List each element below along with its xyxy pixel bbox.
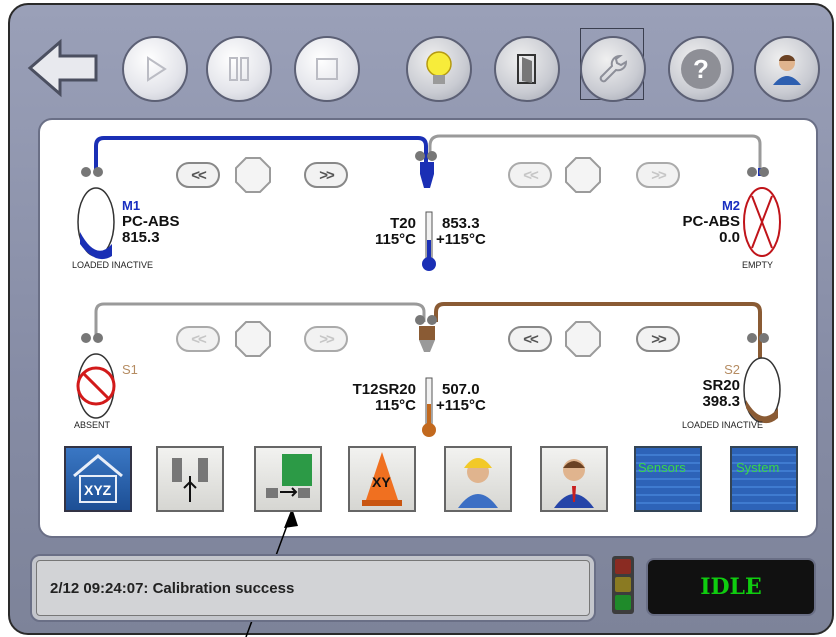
m2-state: EMPTY <box>742 260 774 270</box>
stop-button[interactable] <box>294 36 360 102</box>
m1-state: LOADED INACTIVE <box>72 260 154 270</box>
head-bottom-name: T12SR20 <box>352 381 416 398</box>
s1-state: ABSENT <box>74 420 111 430</box>
s1-name: S1 <box>122 362 138 377</box>
head-bottom-temp-target: +115°C <box>436 397 486 414</box>
m1-feed-button[interactable]: >> <box>304 162 348 188</box>
help-button[interactable]: ? <box>668 36 734 102</box>
s2-material: SR20 <box>702 377 740 394</box>
stop-icon <box>316 58 338 80</box>
user-button[interactable] <box>754 36 820 102</box>
m2-retract-button[interactable]: << <box>508 162 552 188</box>
m1-material: PC-ABS <box>122 213 180 230</box>
svg-text:?: ? <box>693 54 709 84</box>
m1-value: 815.3 <box>122 229 160 246</box>
light-button[interactable] <box>406 36 472 102</box>
m2-feed-button[interactable]: >> <box>636 162 680 188</box>
s2-name: S2 <box>724 362 740 377</box>
calibration-icon <box>266 454 312 498</box>
back-arrow-icon <box>27 38 98 98</box>
head-bottom-temp-current: 115°C <box>374 397 416 414</box>
s2-retract-button[interactable]: << <box>508 326 552 352</box>
technician-icon <box>458 458 498 508</box>
user-icon <box>773 54 801 85</box>
system-button[interactable]: System <box>730 446 798 512</box>
machine-state: IDLE <box>646 558 816 616</box>
head-top-name: T20 <box>390 215 416 232</box>
status-light-yellow <box>615 577 631 592</box>
head-alignment-button[interactable] <box>156 446 224 512</box>
head-top-temp-target: +115°C <box>436 231 486 248</box>
head-bottom-value: 507.0 <box>442 381 480 398</box>
system-label: System <box>736 460 780 475</box>
play-icon <box>147 56 167 82</box>
m1-name: M1 <box>122 198 141 213</box>
head-top-value: 853.3 <box>442 215 480 232</box>
operator-icon <box>554 459 594 508</box>
home-xyz-label: XYZ <box>84 482 112 498</box>
operator-button[interactable] <box>540 446 608 512</box>
m2-value: 0.0 <box>719 229 740 246</box>
pause-icon <box>229 57 249 81</box>
status-light-green <box>615 595 631 610</box>
house-icon <box>73 454 123 503</box>
m2-name: M2 <box>721 198 740 213</box>
home-xyz-button[interactable]: XYZ <box>64 446 132 512</box>
door-button[interactable] <box>494 36 560 102</box>
s2-feed-button[interactable]: >> <box>636 326 680 352</box>
head-alignment-icon <box>172 458 208 502</box>
m2-material: PC-ABS <box>682 213 740 230</box>
status-light <box>612 556 634 614</box>
xy-offset-button[interactable]: XY <box>348 446 416 512</box>
s2-state: LOADED INACTIVE <box>682 420 764 430</box>
s2-value: 398.3 <box>702 393 740 410</box>
status-light-red <box>615 559 631 574</box>
status-message: 2/12 09:24:07: Calibration success <box>50 580 295 597</box>
technician-button[interactable] <box>444 446 512 512</box>
play-button[interactable] <box>122 36 188 102</box>
sensors-label: Sensors <box>638 460 686 475</box>
back-button[interactable] <box>26 36 100 100</box>
sensors-button[interactable]: Sensors <box>634 446 702 512</box>
light-bulb-icon <box>426 51 452 84</box>
calibration-button[interactable] <box>254 446 322 512</box>
head-top-temp-current: 115°C <box>374 231 416 248</box>
pause-button[interactable] <box>206 36 272 102</box>
m1-retract-button[interactable]: << <box>176 162 220 188</box>
s1-retract-button[interactable]: << <box>176 326 220 352</box>
door-icon <box>517 54 536 84</box>
wrench-icon <box>599 55 627 83</box>
maintenance-button[interactable] <box>580 36 646 102</box>
help-icon: ? <box>681 49 721 89</box>
xy-offset-label: XY <box>372 474 391 490</box>
s1-feed-button[interactable]: >> <box>304 326 348 352</box>
